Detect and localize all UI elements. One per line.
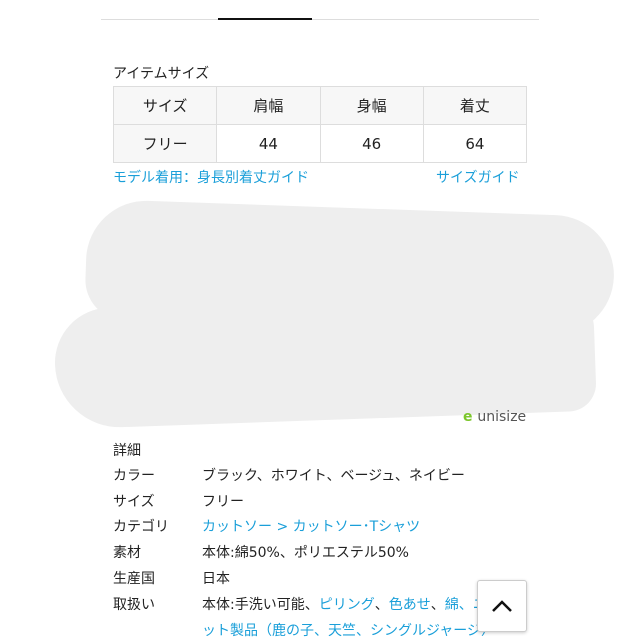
header-cell: 身幅: [319, 86, 424, 125]
chevron-up-icon: [492, 600, 512, 612]
table-cell: 44: [216, 124, 321, 163]
pilling-link[interactable]: ピリング: [319, 594, 375, 614]
header-cell: サイズ: [112, 86, 218, 125]
detail-row-size: サイズ フリー: [113, 494, 244, 510]
tab-details-active[interactable]: [218, 18, 312, 20]
detail-row-care: 取扱い 本体:手洗い可能、 ピリング、色あせ、綿、ニ: [113, 594, 487, 614]
detail-row-color: カラー ブラック、ホワイト、ベージュ、ネイビー: [113, 468, 465, 484]
care-line2[interactable]: ット製品（鹿の子、天竺、シングルジャージ）: [202, 620, 495, 640]
table-cell: フリー: [112, 124, 218, 163]
detail-row-origin: 生産国 日本: [113, 571, 230, 587]
header-cell: 着丈: [422, 86, 528, 125]
header-cell: 肩幅: [216, 86, 321, 125]
fading-link[interactable]: 色あせ: [389, 594, 431, 614]
category-link[interactable]: カットソー > カットソー･Tシャツ: [202, 516, 420, 536]
item-size-title: アイテムサイズ: [113, 66, 210, 82]
table-header-row: サイズ 肩幅 身幅 着丈: [112, 86, 528, 125]
tab-bar-divider: [101, 19, 539, 20]
details-title: 詳細: [113, 443, 141, 459]
table-cell: 64: [422, 124, 528, 163]
scroll-top-button[interactable]: [477, 580, 527, 632]
model-size-guide-link[interactable]: モデル着用：身長別着丈ガイド: [113, 167, 309, 187]
unisize-logo: e unisize: [463, 409, 527, 425]
size-table: サイズ 肩幅 身幅 着丈 フリー 44 46 64: [112, 86, 528, 163]
size-guide-link[interactable]: サイズガイド: [436, 167, 520, 187]
table-row: フリー 44 46 64: [112, 124, 528, 163]
table-cell: 46: [319, 124, 424, 163]
detail-row-material: 素材 本体:綿50%、ポリエステル50%: [113, 545, 409, 561]
detail-row-category: カテゴリ カットソー > カットソー･Tシャツ: [113, 516, 420, 536]
